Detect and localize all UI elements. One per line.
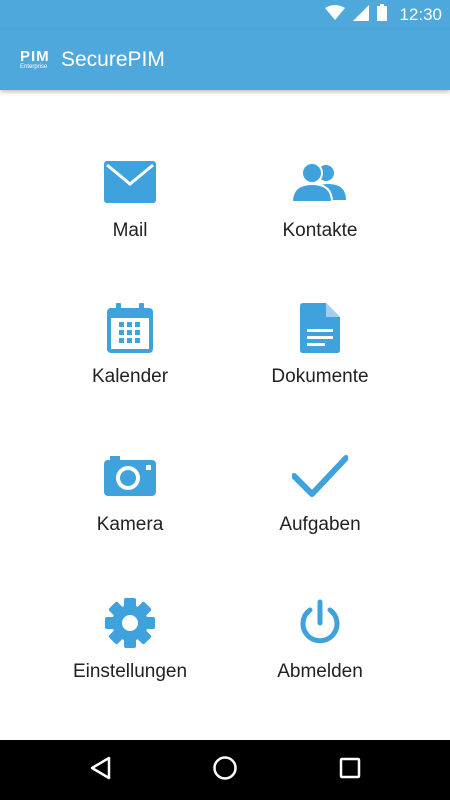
camera-icon — [102, 448, 158, 504]
power-icon — [292, 595, 348, 651]
menu-item-kamera[interactable]: Kamera — [30, 448, 230, 568]
home-icon — [212, 755, 238, 786]
menu-item-label: Mail — [112, 220, 148, 241]
home-button[interactable] — [210, 755, 240, 785]
app-title: SecurePIM — [61, 48, 165, 71]
checkmark-icon — [292, 448, 348, 504]
menu-item-einstellungen[interactable]: Einstellungen — [30, 595, 230, 715]
menu-item-label: Kontakte — [282, 220, 358, 241]
gear-icon — [102, 595, 158, 651]
logo-text: PIM — [20, 47, 50, 65]
menu-item-abmelden[interactable]: Abmelden — [220, 595, 420, 715]
status-bar: 12:30 — [0, 0, 450, 30]
signal-icon — [353, 4, 370, 26]
menu-item-mail[interactable]: Mail — [30, 154, 230, 274]
menu-item-kalender[interactable]: Kalender — [30, 300, 230, 420]
menu-item-kontakte[interactable]: Kontakte — [220, 154, 420, 274]
menu-item-aufgaben[interactable]: Aufgaben — [220, 448, 420, 568]
menu-item-label: Abmelden — [277, 661, 363, 682]
app-logo: PIM Enterprise — [20, 48, 52, 72]
recents-button[interactable] — [335, 755, 365, 785]
menu-item-label: Kamera — [96, 514, 164, 535]
status-icons: 12:30 — [325, 0, 442, 30]
back-icon — [89, 756, 111, 785]
app-bar: PIM Enterprise SecurePIM — [0, 30, 450, 90]
battery-icon — [377, 4, 388, 26]
status-time: 12:30 — [399, 5, 442, 24]
menu-item-label: Einstellungen — [72, 661, 188, 682]
contacts-icon — [292, 154, 348, 210]
menu-item-label: Dokumente — [271, 366, 369, 387]
menu-item-dokumente[interactable]: Dokumente — [220, 300, 420, 420]
back-button[interactable] — [85, 755, 115, 785]
navigation-bar — [0, 740, 450, 800]
recents-icon — [339, 757, 361, 784]
mail-icon — [102, 154, 158, 210]
calendar-icon — [102, 300, 158, 356]
menu-item-label: Aufgaben — [279, 514, 361, 535]
logo-subtext: Enterprise — [20, 63, 48, 70]
wifi-icon — [325, 4, 346, 26]
menu-grid: Mail Kontakte Kalender Dokumente Kamera … — [0, 90, 450, 740]
document-icon — [292, 300, 348, 356]
menu-item-label: Kalender — [91, 366, 169, 387]
